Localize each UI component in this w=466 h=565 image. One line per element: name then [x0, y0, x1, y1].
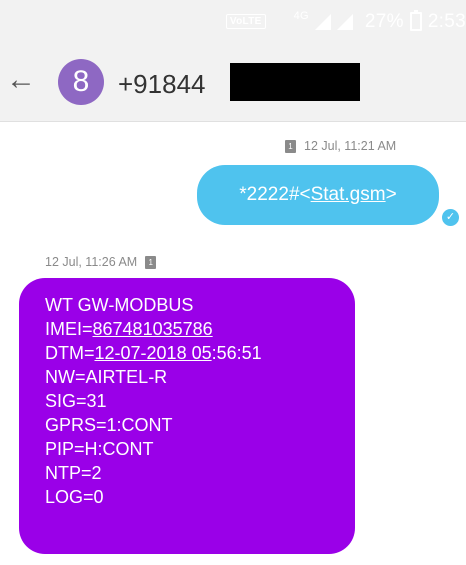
clock: 2:53 — [427, 10, 466, 32]
incoming-timestamp: 12 Jul, 11:26 AM 1 — [45, 255, 157, 269]
outgoing-text-suffix: > — [385, 184, 397, 205]
message-line: WT GW-MODBUS — [45, 295, 194, 315]
outgoing-message-bubble[interactable]: *2222#< Stat.gsm > — [197, 165, 439, 225]
delivered-check-icon: ✓ — [441, 208, 460, 227]
message-line: DTM=12-07-2018 05:56:51 — [45, 341, 355, 365]
message-line: GPRS=1:CONT — [45, 415, 173, 435]
message-line: LOG=0 — [45, 487, 104, 507]
avatar-letter: 8 — [72, 65, 90, 98]
imei-link[interactable]: 867481035786 — [93, 319, 213, 339]
redaction-block — [230, 63, 360, 101]
incoming-message-bubble[interactable]: WT GW-MODBUS IMEI=867481035786 DTM=12-07… — [19, 278, 355, 554]
volte-badge: VoLTE — [225, 14, 266, 29]
network-type: 4G — [293, 9, 309, 22]
message-line: NW=AIRTEL-R — [45, 367, 168, 387]
sim-icon: 1 — [145, 255, 157, 269]
sim-icon: 1 — [285, 139, 296, 153]
imei-label: IMEI= — [45, 319, 93, 339]
dtm-label: DTM= — [45, 343, 95, 363]
dtm-link[interactable]: 12-07-2018 05 — [95, 343, 212, 363]
avatar[interactable]: 8 — [58, 59, 104, 105]
signal-icon — [314, 13, 331, 30]
outgoing-text-prefix: *2222#< — [239, 184, 311, 205]
message-line: IMEI=867481035786 — [45, 317, 355, 341]
message-line: NTP=2 — [45, 463, 102, 483]
outgoing-link[interactable]: Stat.gsm — [311, 184, 386, 206]
signal-icon-2 — [336, 13, 353, 30]
contact-number: +91844 — [118, 69, 206, 99]
battery-percent: 27% — [364, 10, 404, 32]
dtm-suffix: :56:51 — [211, 343, 262, 363]
message-line: PIP=H:CONT — [45, 439, 154, 459]
battery-icon — [409, 10, 422, 31]
back-arrow-icon[interactable]: ← — [6, 65, 36, 95]
outgoing-time: 12 Jul, 11:21 AM — [304, 139, 397, 153]
conversation-header: ← 8 +91844 — [0, 43, 466, 122]
status-bar: VoLTE 4G 27% 2:53 — [0, 0, 466, 43]
incoming-time: 12 Jul, 11:26 AM — [45, 255, 138, 269]
outgoing-timestamp: 1 12 Jul, 11:21 AM — [285, 139, 396, 153]
message-line: SIG=31 — [45, 391, 107, 411]
